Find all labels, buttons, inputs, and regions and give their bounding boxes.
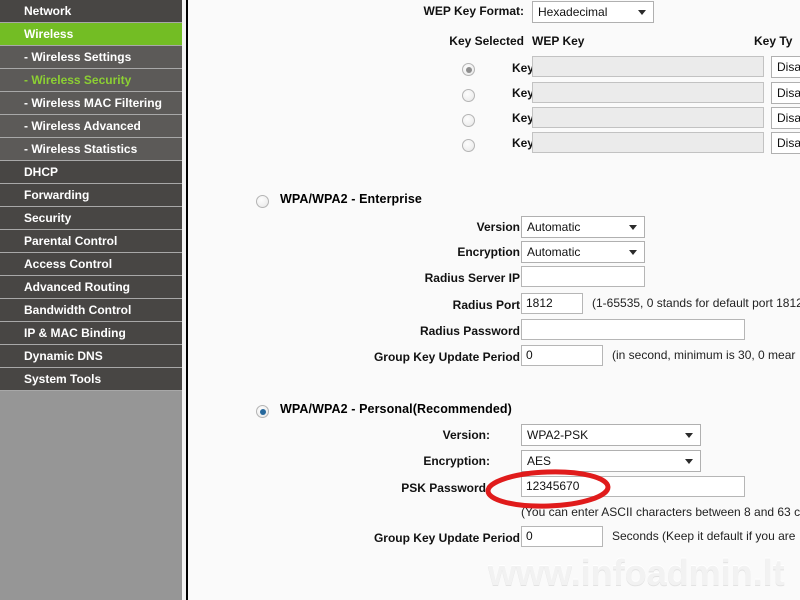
sidebar-item-bandwidth-control[interactable]: Bandwidth Control: [0, 299, 182, 322]
radius-port-hint: (1-65535, 0 stands for default port 1812: [592, 296, 800, 310]
key-3-radio[interactable]: [462, 114, 475, 127]
radius-port-field[interactable]: 1812: [521, 293, 583, 314]
key-4-type-value: Disabl: [777, 136, 800, 150]
personal-version-label: Version:: [442, 428, 490, 442]
wireless-security-content: WEP Key Format: Hexadecimal Key Selected…: [188, 0, 800, 600]
personal-encryption-select[interactable]: AES: [521, 450, 701, 472]
personal-group-key-hint: Seconds (Keep it default if you are: [612, 529, 796, 543]
sidebar-item-wireless-security[interactable]: - Wireless Security: [0, 69, 182, 92]
chevron-down-icon: [685, 459, 693, 464]
psk-password-hint: (You can enter ASCII characters between …: [521, 505, 800, 519]
enterprise-version-select[interactable]: Automatic: [521, 216, 645, 238]
personal-version-select[interactable]: WPA2-PSK: [521, 424, 701, 446]
wep-key-format-value: Hexadecimal: [538, 5, 608, 19]
psk-password-label: PSK Password:: [401, 481, 490, 495]
sidebar-item-access-control[interactable]: Access Control: [0, 253, 182, 276]
enterprise-encryption-label: Encryption:: [457, 245, 524, 259]
sidebar-item-dynamic-dns[interactable]: Dynamic DNS: [0, 345, 182, 368]
enterprise-radius-password-label: Radius Password:: [419, 324, 524, 338]
radius-server-ip-field[interactable]: [521, 266, 645, 287]
key-3-type-select[interactable]: Disabl: [771, 107, 800, 129]
wpa-personal-radio[interactable]: [256, 405, 269, 418]
sidebar-item-ip-mac-binding[interactable]: IP & MAC Binding: [0, 322, 182, 345]
chevron-down-icon: [629, 225, 637, 230]
enterprise-group-key-field[interactable]: 0: [521, 345, 603, 366]
sidebar-item-parental-control[interactable]: Parental Control: [0, 230, 182, 253]
enterprise-version-label: Version:: [476, 220, 524, 234]
wep-key-format-label: WEP Key Format:: [423, 4, 524, 18]
key-3-value-field[interactable]: [532, 107, 764, 128]
sidebar-item-forwarding[interactable]: Forwarding: [0, 184, 182, 207]
sidebar-item-advanced-routing[interactable]: Advanced Routing: [0, 276, 182, 299]
enterprise-radius-ip-label: Radius Server IP:: [424, 271, 524, 285]
key-1-type-select[interactable]: Disabl: [771, 56, 800, 78]
key-1-radio[interactable]: [462, 63, 475, 76]
key-1-type-value: Disabl: [777, 60, 800, 74]
sidebar-item-security[interactable]: Security: [0, 207, 182, 230]
enterprise-group-key-label: Group Key Update Period:: [373, 350, 524, 364]
sidebar-empty-space: [0, 391, 182, 600]
sidebar-item-system-tools[interactable]: System Tools: [0, 368, 182, 391]
wep-key-format-select[interactable]: Hexadecimal: [532, 1, 654, 23]
personal-encryption-value: AES: [527, 454, 552, 468]
sidebar-item-wireless-mac-filtering[interactable]: - Wireless MAC Filtering: [0, 92, 182, 115]
enterprise-encryption-select[interactable]: Automatic: [521, 241, 645, 263]
enterprise-group-key-hint: (in second, minimum is 30, 0 mear: [612, 348, 796, 362]
psk-password-field[interactable]: 12345670: [521, 476, 745, 497]
sidebar-item-dhcp[interactable]: DHCP: [0, 161, 182, 184]
key-3-type-value: Disabl: [777, 111, 800, 125]
enterprise-encryption-value: Automatic: [527, 245, 581, 259]
personal-group-key-field[interactable]: 0: [521, 526, 603, 547]
enterprise-radius-port-label: Radius Port:: [452, 298, 524, 312]
personal-encryption-label: Encryption:: [423, 454, 490, 468]
chevron-down-icon: [685, 433, 693, 438]
radius-password-field[interactable]: [521, 319, 745, 340]
sidebar-navigation: Network Wireless - Wireless Settings - W…: [0, 0, 182, 600]
column-header-key-type: Key Ty: [754, 34, 793, 48]
site-watermark: www.infoadmin.lt: [488, 552, 785, 593]
key-1-value-field[interactable]: [532, 56, 764, 77]
key-4-type-select[interactable]: Disabl: [771, 132, 800, 154]
key-2-type-select[interactable]: Disabl: [771, 82, 800, 104]
enterprise-version-value: Automatic: [527, 220, 581, 234]
key-2-radio[interactable]: [462, 89, 475, 102]
sidebar-item-wireless-settings[interactable]: - Wireless Settings: [0, 46, 182, 69]
wpa-enterprise-radio[interactable]: [256, 195, 269, 208]
sidebar-item-wireless[interactable]: Wireless: [0, 23, 182, 46]
sidebar-item-network[interactable]: Network: [0, 0, 182, 23]
chevron-down-icon: [629, 250, 637, 255]
column-header-key-selected: Key Selected: [449, 34, 524, 48]
personal-group-key-label: Group Key Update Period:: [373, 531, 524, 545]
key-4-radio[interactable]: [462, 139, 475, 152]
sidebar-item-wireless-statistics[interactable]: - Wireless Statistics: [0, 138, 182, 161]
sidebar-item-wireless-advanced[interactable]: - Wireless Advanced: [0, 115, 182, 138]
key-2-value-field[interactable]: [532, 82, 764, 103]
key-2-type-value: Disabl: [777, 86, 800, 100]
personal-version-value: WPA2-PSK: [527, 428, 589, 442]
wpa-personal-title: WPA/WPA2 - Personal(Recommended): [280, 402, 512, 416]
chevron-down-icon: [638, 10, 646, 15]
column-header-wep-key: WEP Key: [532, 34, 585, 48]
router-admin-page: Network Wireless - Wireless Settings - W…: [0, 0, 800, 600]
key-4-value-field[interactable]: [532, 132, 764, 153]
wpa-enterprise-title: WPA/WPA2 - Enterprise: [280, 192, 422, 206]
